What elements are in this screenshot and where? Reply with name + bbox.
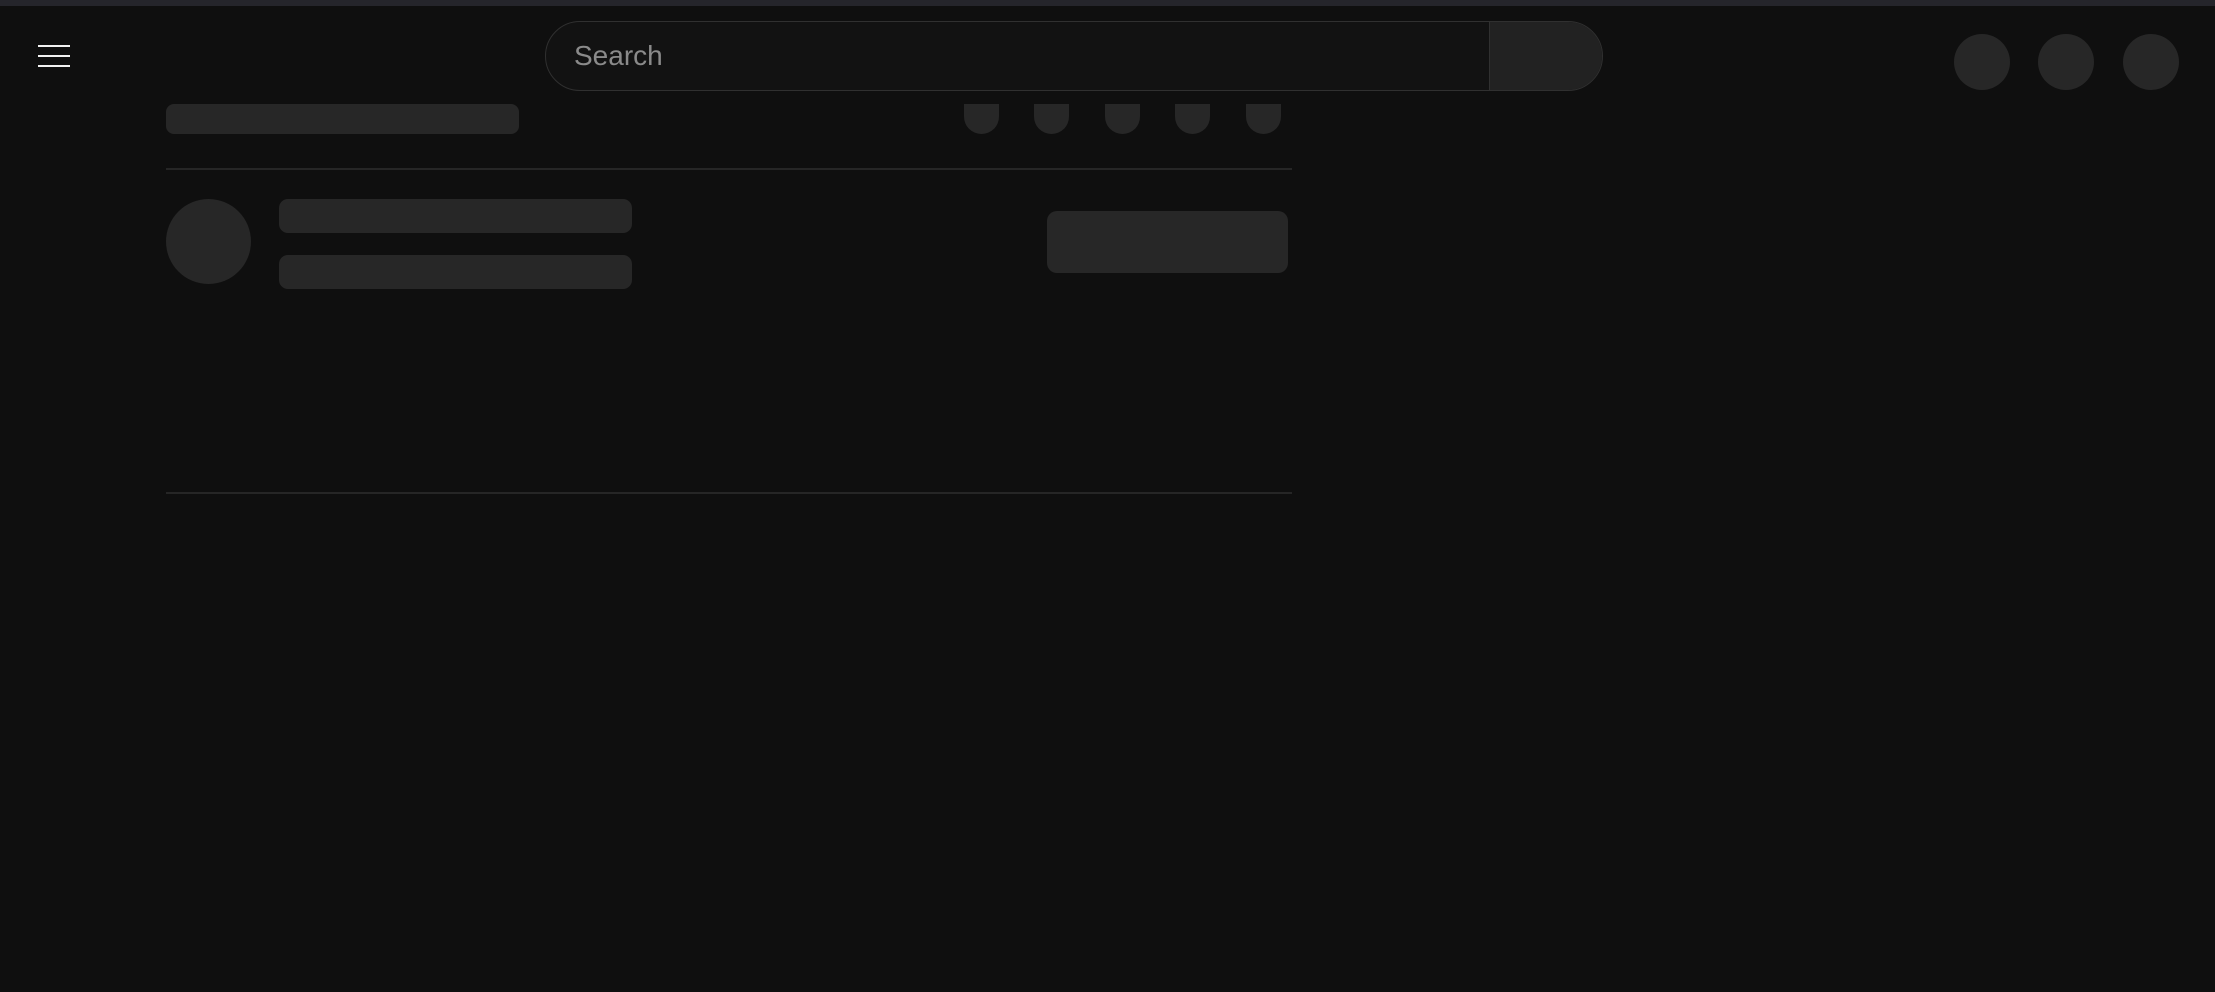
divider (166, 492, 1292, 494)
hamburger-menu-icon (38, 43, 70, 69)
subscribe-button-skeleton[interactable] (1047, 211, 1288, 273)
channel-avatar-skeleton (166, 199, 251, 284)
menu-button[interactable] (34, 36, 74, 76)
video-title-skeleton (166, 104, 519, 134)
action-button-skeleton (964, 104, 999, 134)
header-button-placeholder[interactable] (2123, 34, 2179, 90)
action-button-skeleton (1105, 104, 1140, 134)
action-button-skeleton (1175, 104, 1210, 134)
action-button-skeleton (1246, 104, 1281, 134)
action-button-skeleton (1034, 104, 1069, 134)
search-button[interactable] (1489, 22, 1602, 90)
header-button-placeholder[interactable] (2038, 34, 2094, 90)
search-input[interactable] (546, 22, 1489, 90)
header-button-placeholder[interactable] (1954, 34, 2010, 90)
search-box (545, 21, 1603, 91)
channel-subscribers-skeleton (279, 255, 632, 289)
divider (166, 168, 1292, 170)
channel-name-skeleton (279, 199, 632, 233)
masthead (0, 6, 2215, 106)
